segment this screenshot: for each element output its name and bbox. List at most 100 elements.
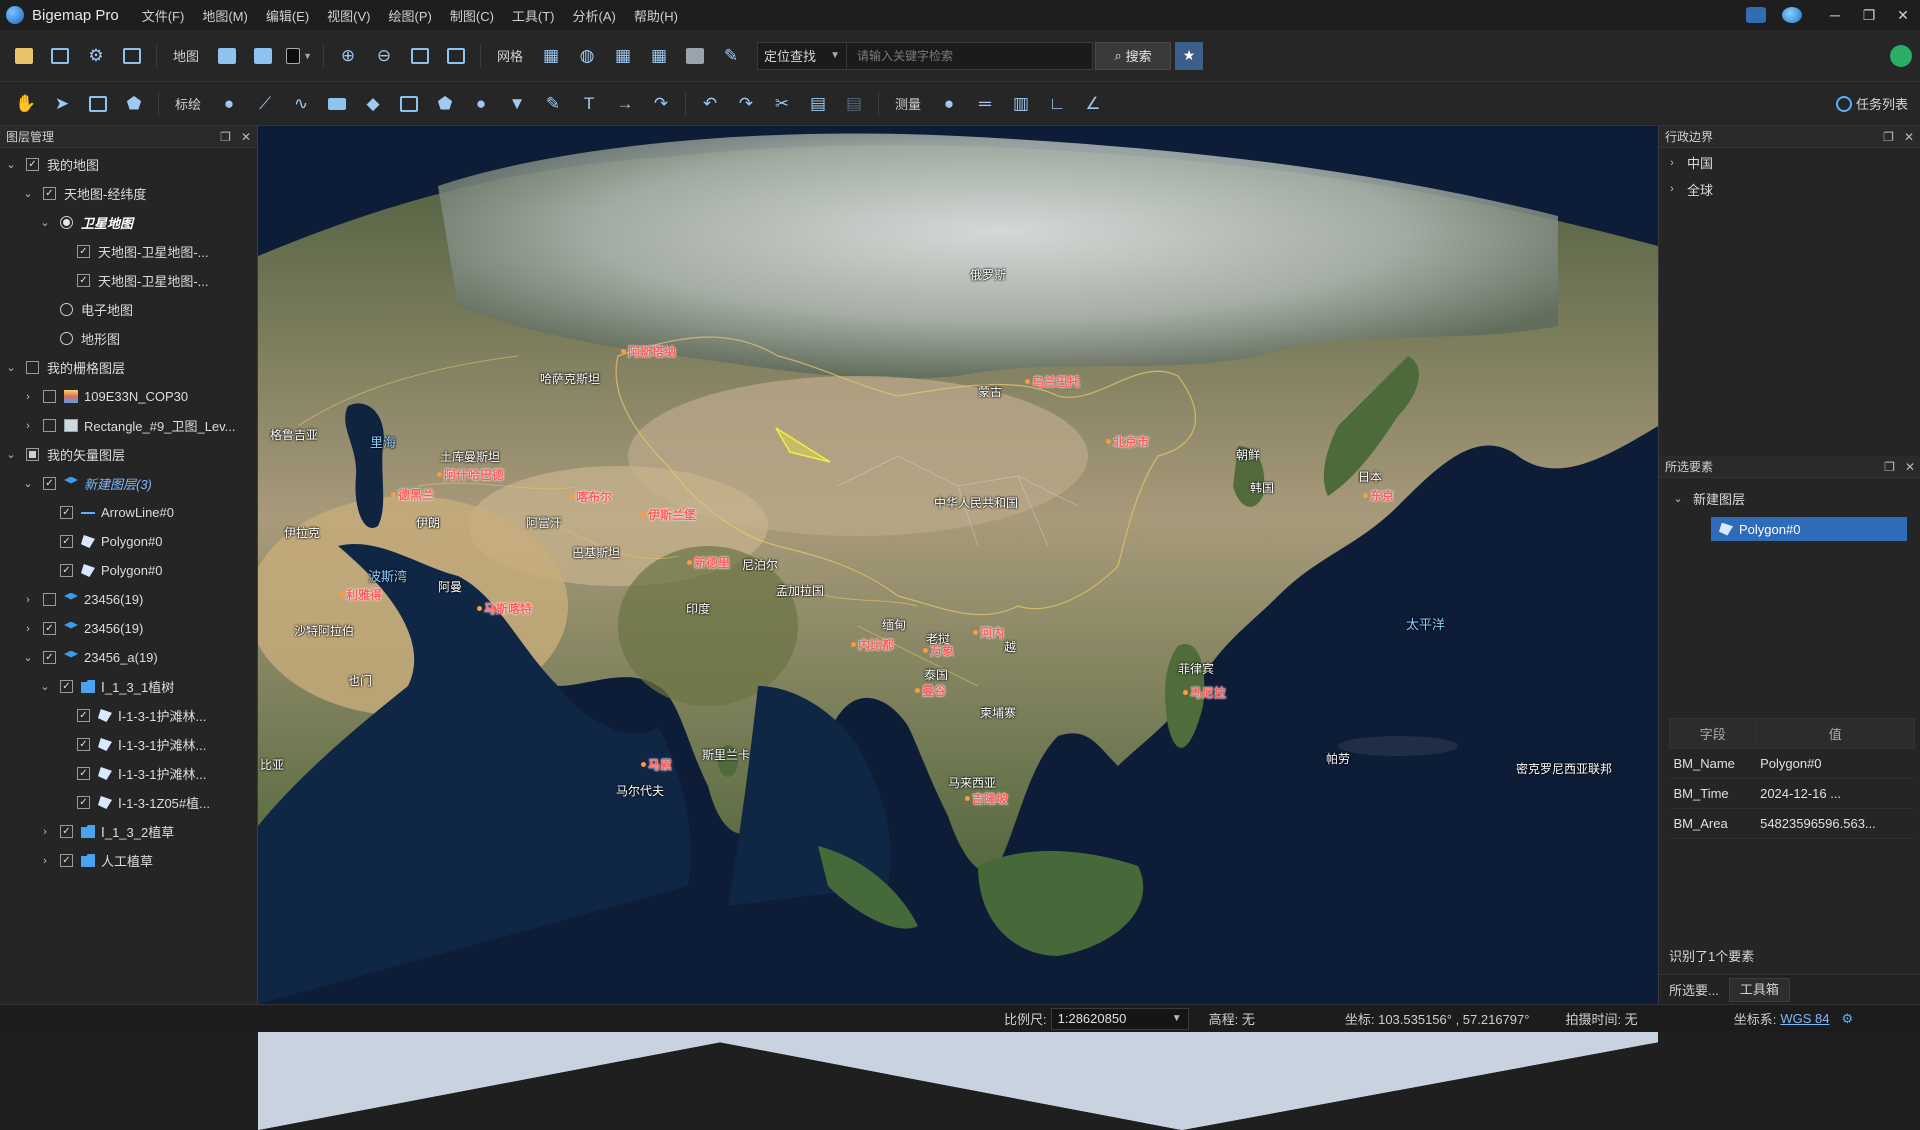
zoom-extent-icon[interactable] <box>407 43 433 69</box>
map-source-dropdown-icon[interactable]: ▼ <box>286 43 312 69</box>
layer-tree-row[interactable]: › 109E33N_COP30 <box>0 382 257 411</box>
mark-label[interactable]: 标绘 <box>175 94 201 113</box>
layer-tree-row[interactable]: › 23456(19) <box>0 585 257 614</box>
chevron-right-icon[interactable]: › <box>21 391 35 403</box>
measure-angle-icon[interactable]: ∠ <box>1080 91 1106 117</box>
layer-checkbox[interactable]: ✓ <box>26 158 39 171</box>
favorite-star-button[interactable]: ★ <box>1175 41 1204 70</box>
clear-brush-icon[interactable]: ✎ <box>718 43 744 69</box>
settings-gear-icon[interactable]: ⚙ <box>83 43 109 69</box>
box-select-icon[interactable] <box>85 91 111 117</box>
menu-item[interactable]: 编辑(E) <box>257 6 318 25</box>
attribute-table-icon[interactable]: ▤ <box>805 91 831 117</box>
close-panel-icon[interactable]: ✕ <box>241 130 251 144</box>
layer-checkbox[interactable] <box>26 448 39 461</box>
table-row[interactable]: BM_Name Polygon#0 <box>1669 748 1915 779</box>
layer-tree-row[interactable]: ✓ 天地图-卫星地图-... <box>0 252 1658 1130</box>
layer-tree-row[interactable]: 电子地图 <box>0 295 257 324</box>
layer-tree-row[interactable]: ⌄ ✓ 我的地图 <box>0 150 257 179</box>
km-grid-icon[interactable]: ▦ <box>610 43 636 69</box>
layer-checkbox[interactable]: ✓ <box>77 274 90 287</box>
chevron-down-icon[interactable]: ⌄ <box>4 361 18 374</box>
layer-checkbox[interactable]: ✓ <box>43 477 56 490</box>
point-marker-icon[interactable]: ● <box>216 91 242 117</box>
polyline-icon[interactable]: ⟋ <box>252 91 278 117</box>
folder-icon[interactable] <box>682 43 708 69</box>
map-view[interactable]: 俄罗斯 哈萨克斯坦 蒙古 乌兰巴托 阿斯塔纳 北京市 朝鲜 韩国 日本 东京 中华人民共和国 格鲁吉亚… <box>258 126 1658 1004</box>
layer-checkbox[interactable]: ✓ <box>60 535 73 548</box>
mgrs-grid-icon[interactable]: ▦ <box>646 43 672 69</box>
layer-tree-row[interactable]: › ✓ Ⅰ_1_3_2植草 <box>0 817 257 846</box>
polygon-draw-icon[interactable]: ◆ <box>360 91 386 117</box>
close-panel-icon[interactable]: ✕ <box>1904 130 1914 144</box>
layer-checkbox[interactable] <box>43 419 56 432</box>
rectangle-draw-icon[interactable] <box>324 91 350 117</box>
open-folder-icon[interactable] <box>11 43 37 69</box>
search-button[interactable]: ⌕ 搜索 <box>1095 41 1172 70</box>
pentagon-draw-icon[interactable]: ⬟ <box>432 91 458 117</box>
full-extent-icon[interactable] <box>443 43 469 69</box>
menu-item[interactable]: 视图(V) <box>318 6 379 25</box>
chevron-down-icon[interactable]: ⌄ <box>21 651 35 664</box>
chevron-right-icon[interactable]: › <box>21 420 35 432</box>
layer-checkbox[interactable]: ✓ <box>60 680 73 693</box>
float-panel-icon[interactable]: ❐ <box>1884 460 1895 474</box>
redo-icon[interactable]: ↷ <box>733 91 759 117</box>
tab-toolbox[interactable]: 工具箱 <box>1728 977 1790 1002</box>
layer-checkbox[interactable]: ✓ <box>43 622 56 635</box>
measure-distance-icon[interactable]: ═ <box>972 91 998 117</box>
table-row[interactable]: BM_Time 2024-12-16 ... <box>1669 778 1915 809</box>
menu-item[interactable]: 绘图(P) <box>380 6 441 25</box>
chevron-down-icon[interactable]: ⌄ <box>4 158 18 171</box>
locate-search-select[interactable]: 定位查找 ▼ <box>757 41 848 70</box>
chevron-right-icon[interactable]: › <box>38 855 52 867</box>
measure-point-icon[interactable]: ● <box>936 91 962 117</box>
close-button[interactable]: ✕ <box>1886 7 1920 24</box>
layer-tree-row[interactable]: ✓ Ⅰ-1-3-1Z05#植... <box>0 788 257 817</box>
menu-item[interactable]: 地图(M) <box>193 6 257 25</box>
chevron-right-icon[interactable]: › <box>1665 157 1679 169</box>
search-input[interactable] <box>847 41 1094 70</box>
admin-item-china[interactable]: › 中国 <box>1659 148 1920 177</box>
menu-item[interactable]: 制图(C) <box>441 6 503 25</box>
tab-selected-features[interactable]: 所选要... <box>1659 980 1729 999</box>
close-panel-icon[interactable]: ✕ <box>1905 460 1915 474</box>
layer-tree-row[interactable]: › ✓ 人工植草 <box>0 846 257 875</box>
chevron-down-icon[interactable]: ⌄ <box>21 477 35 490</box>
zoom-out-icon[interactable]: ⊖ <box>371 43 397 69</box>
layer-tree-row[interactable]: ✓ Polygon#0 <box>0 527 257 556</box>
layer-checkbox[interactable]: ✓ <box>43 651 56 664</box>
admin-item-global[interactable]: › 全球 <box>1659 177 1920 201</box>
layer-checkbox[interactable]: ✓ <box>77 796 90 809</box>
crs-link[interactable]: WGS 84 <box>1780 1011 1829 1026</box>
curve-line-icon[interactable]: ∿ <box>288 91 314 117</box>
layer-checkbox[interactable]: ✓ <box>60 854 73 867</box>
layer-checkbox[interactable]: ✓ <box>60 825 73 838</box>
undo-icon[interactable]: ↶ <box>697 91 723 117</box>
scale-select[interactable]: 1:28620850 ▼ <box>1050 1007 1189 1030</box>
task-list-button[interactable]: 任务列表 <box>1835 94 1908 113</box>
chevron-down-icon[interactable]: ⌄ <box>1671 492 1685 505</box>
minimize-button[interactable]: ─ <box>1818 7 1852 23</box>
layer-tree-row[interactable]: ⌄ ✓ 天地图-经纬度 <box>0 179 1658 1130</box>
layer-checkbox[interactable]: ✓ <box>77 738 90 751</box>
layer-tree-row[interactable]: ✓ Ⅰ-1-3-1护滩林... <box>0 730 257 759</box>
layer-tree-row[interactable]: › ✓ 23456(19) <box>0 614 257 643</box>
sector-draw-icon[interactable]: ▼ <box>504 91 530 117</box>
layer-radio[interactable] <box>60 332 73 345</box>
selected-layer-row[interactable]: ⌄ 新建图层 <box>1659 484 1920 513</box>
settings-gear-icon[interactable]: ⚙ <box>1841 1011 1853 1027</box>
layer-tree-row[interactable]: ⌄ ✓ 新建图层(3) <box>0 469 257 498</box>
measure-area-icon[interactable]: ▥ <box>1008 91 1034 117</box>
layer-checkbox[interactable]: ✓ <box>60 506 73 519</box>
selected-feature-item[interactable]: Polygon#0 <box>1711 517 1907 541</box>
layer-radio[interactable] <box>60 216 73 229</box>
scissors-icon[interactable]: ✂ <box>769 91 795 117</box>
layer-tree-row[interactable]: ✓ Ⅰ-1-3-1护滩林... <box>0 701 257 730</box>
grid-icon[interactable]: ▦ <box>538 43 564 69</box>
menu-item[interactable]: 分析(A) <box>564 6 625 25</box>
layer-tree-row[interactable]: ✓ ArrowLine#0 <box>0 498 257 527</box>
float-panel-icon[interactable]: ❐ <box>1883 130 1894 144</box>
layer-checkbox[interactable]: ✓ <box>43 187 56 200</box>
save-icon[interactable] <box>47 43 73 69</box>
